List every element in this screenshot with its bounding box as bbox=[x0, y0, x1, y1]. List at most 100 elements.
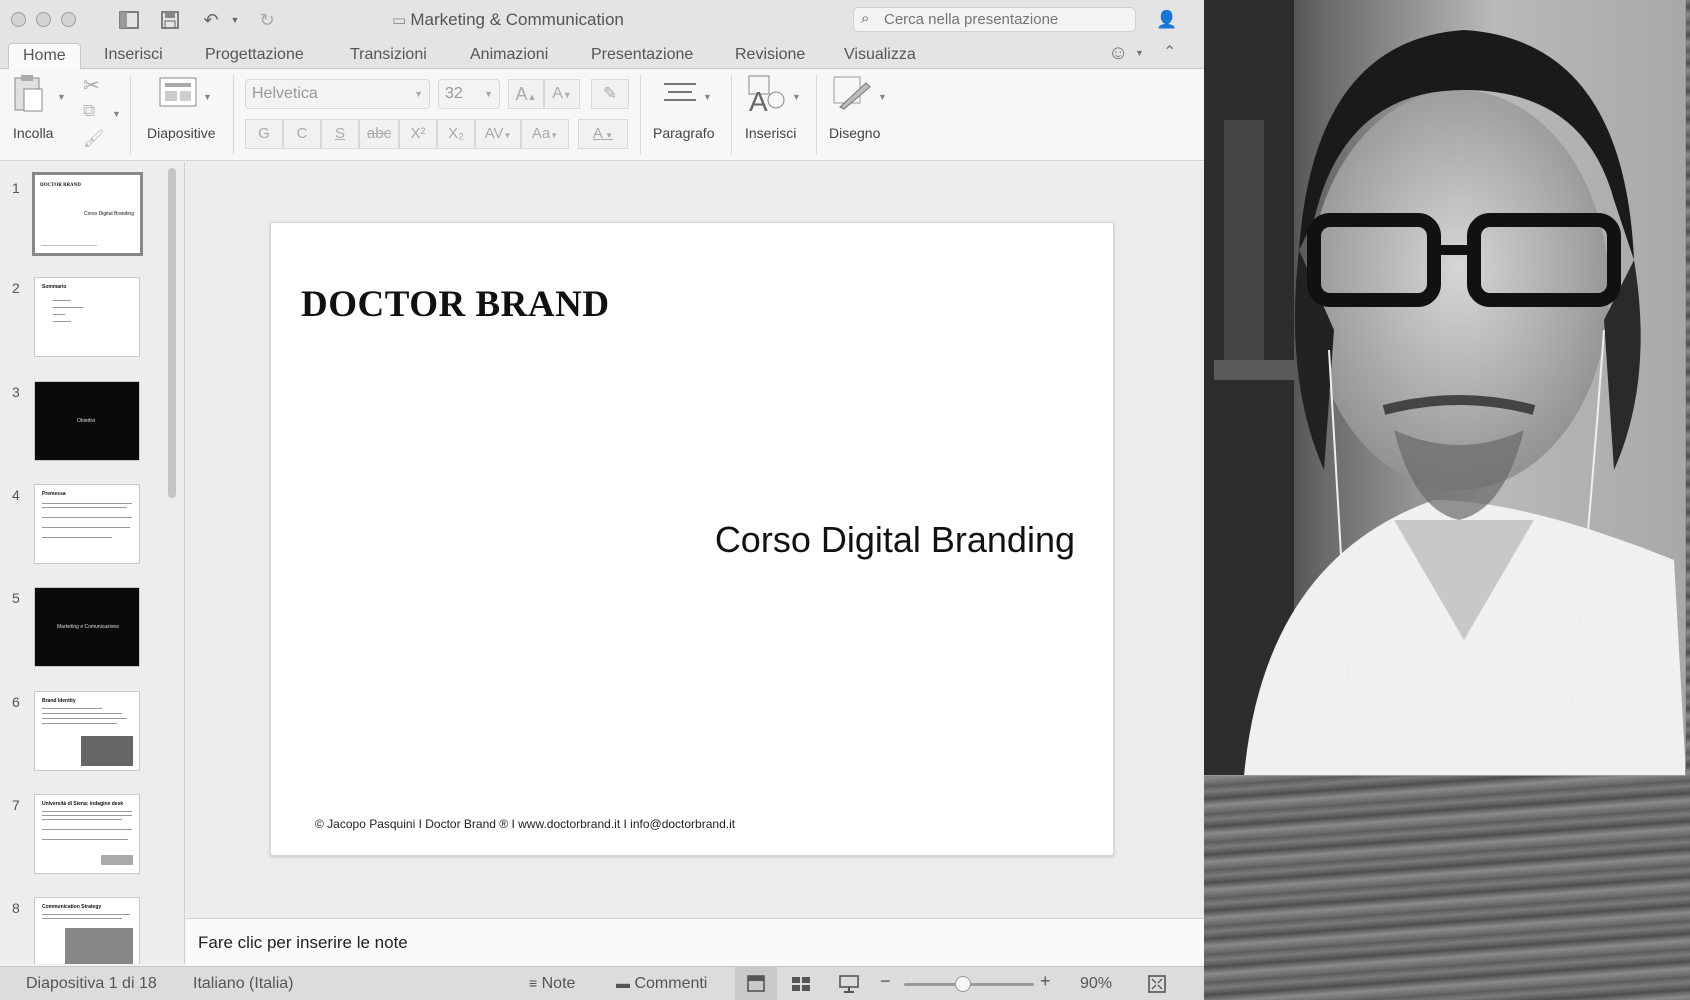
clear-formatting-icon[interactable]: ✎ bbox=[591, 79, 629, 109]
slide-subtitle[interactable]: Corso Digital Branding bbox=[715, 519, 1075, 561]
italic-button[interactable]: C bbox=[283, 119, 321, 149]
zoom-level[interactable]: 90% bbox=[1080, 975, 1112, 993]
thumbnail-title: Premessa bbox=[42, 491, 66, 497]
paste-dropdown-icon[interactable]: ▼ bbox=[57, 92, 66, 102]
change-case-button[interactable]: Aa▼ bbox=[521, 119, 569, 149]
zoom-in-icon[interactable]: + bbox=[1040, 971, 1051, 992]
tab-animazioni[interactable]: Animazioni bbox=[456, 43, 562, 69]
thumbnail-title: Università di Siena: indagine desk bbox=[42, 801, 124, 807]
thumbnail-number: 7 bbox=[12, 797, 20, 813]
drawing-icon[interactable] bbox=[830, 75, 874, 120]
slide-title[interactable]: DOCTOR BRAND bbox=[301, 283, 610, 326]
zoom-slider-handle[interactable] bbox=[954, 976, 971, 992]
notes-toggle-button[interactable]: ≡ Note bbox=[529, 975, 575, 993]
subscript-button[interactable]: X₂ bbox=[437, 119, 475, 149]
insert-dropdown-icon[interactable]: ▼ bbox=[792, 92, 801, 102]
drawing-dropdown-icon[interactable]: ▼ bbox=[878, 92, 887, 102]
normal-view-button[interactable] bbox=[735, 967, 777, 1000]
fit-to-window-icon[interactable] bbox=[1147, 974, 1167, 999]
insert-label[interactable]: Inserisci bbox=[745, 125, 796, 141]
search-icon: ⌕ bbox=[861, 10, 870, 27]
chevron-down-icon: ▼ bbox=[484, 89, 493, 99]
tab-inserisci[interactable]: Inserisci bbox=[90, 43, 177, 69]
slide-thumbnail-8[interactable]: Communication Strategy bbox=[34, 897, 140, 964]
slide-thumbnail-2[interactable]: Sommario bbox=[34, 277, 140, 357]
sidebar-icon[interactable] bbox=[118, 9, 140, 31]
bold-button[interactable]: G bbox=[245, 119, 283, 149]
thumbnail-title: Sommario bbox=[42, 284, 67, 290]
slide-sorter-icon[interactable] bbox=[790, 974, 812, 999]
thumbnails-scrollbar[interactable] bbox=[168, 168, 176, 498]
paragraph-icon[interactable] bbox=[660, 75, 700, 120]
copy-dropdown-icon[interactable]: ▼ bbox=[112, 109, 121, 119]
paragraph-label[interactable]: Paragrafo bbox=[653, 125, 714, 141]
slides-label[interactable]: Diapositive bbox=[147, 125, 215, 141]
slide-thumbnail-1[interactable]: DOCTOR BRAND Corso Digital Branding bbox=[32, 172, 143, 256]
undo-dropdown-icon[interactable]: ▼ bbox=[224, 9, 246, 31]
tab-revisione[interactable]: Revisione bbox=[721, 43, 819, 69]
thumbnail-title: DOCTOR BRAND bbox=[40, 183, 81, 188]
cut-icon[interactable]: ✂ bbox=[83, 73, 100, 98]
add-person-icon[interactable]: 👤 bbox=[1156, 9, 1178, 31]
undo-icon[interactable]: ↶ bbox=[200, 9, 222, 31]
window-title: ▭ Marketing & Communication bbox=[392, 10, 624, 29]
font-color-button[interactable]: A ▼ bbox=[578, 119, 628, 149]
strikethrough-button[interactable]: abc bbox=[359, 119, 399, 149]
comments-button[interactable]: ▬ Commenti bbox=[616, 975, 707, 993]
minimize-window-button[interactable] bbox=[36, 12, 51, 27]
thumbnail-title: Marketing e Comunicazione bbox=[57, 624, 119, 630]
chevron-down-icon: ▼ bbox=[550, 131, 559, 140]
current-slide[interactable]: DOCTOR BRAND Corso Digital Branding © Ja… bbox=[270, 222, 1114, 856]
paragraph-dropdown-icon[interactable]: ▼ bbox=[703, 92, 712, 102]
smiley-icon[interactable]: ☺ bbox=[1108, 42, 1128, 65]
ribbon-separator bbox=[233, 75, 234, 155]
presenter-view-icon[interactable] bbox=[838, 974, 860, 999]
tab-progettazione[interactable]: Progettazione bbox=[191, 43, 318, 69]
shrink-font-button[interactable]: A▼ bbox=[544, 79, 580, 109]
webcam-video bbox=[1204, 0, 1686, 776]
title-bar: ↶ ▼ ↻ ▭ Marketing & Communication ⌕ 👤 bbox=[0, 0, 1204, 40]
ribbon-separator bbox=[731, 75, 732, 155]
chevron-up-icon[interactable]: ⌃ bbox=[1163, 42, 1176, 62]
font-size-select[interactable]: 32 ▼ bbox=[438, 79, 500, 109]
slide-thumbnail-6[interactable]: Brand Identity bbox=[34, 691, 140, 771]
format-painter-icon[interactable]: 🖌 bbox=[83, 129, 105, 149]
zoom-out-icon[interactable]: − bbox=[880, 971, 891, 992]
redo-icon[interactable]: ↻ bbox=[256, 9, 278, 31]
superscript-button[interactable]: X² bbox=[399, 119, 437, 149]
ribbon-separator bbox=[640, 75, 641, 155]
font-name-select[interactable]: Helvetica ▼ bbox=[245, 79, 430, 109]
zoom-window-button[interactable] bbox=[61, 12, 76, 27]
slide-thumbnail-5[interactable]: Marketing e Comunicazione bbox=[34, 587, 140, 667]
slide-thumbnail-7[interactable]: Università di Siena: indagine desk bbox=[34, 794, 140, 874]
character-spacing-button[interactable]: AV▼ bbox=[475, 119, 521, 149]
powerpoint-window: ↶ ▼ ↻ ▭ Marketing & Communication ⌕ 👤 Ho… bbox=[0, 0, 1204, 1000]
search-input[interactable] bbox=[884, 11, 1129, 28]
tab-home[interactable]: Home bbox=[8, 43, 81, 70]
new-slide-dropdown-icon[interactable]: ▼ bbox=[203, 92, 212, 102]
smiley-dropdown-icon[interactable]: ▼ bbox=[1135, 48, 1144, 58]
notes-placeholder[interactable]: Fare clic per inserire le note bbox=[198, 933, 408, 953]
paste-icon[interactable] bbox=[12, 73, 46, 122]
language-status[interactable]: Italiano (Italia) bbox=[193, 975, 294, 993]
chevron-down-icon: ▼ bbox=[503, 131, 512, 140]
slide-thumbnail-4[interactable]: Premessa bbox=[34, 484, 140, 564]
copy-icon[interactable]: ⧉ bbox=[83, 101, 95, 121]
notes-pane[interactable]: Fare clic per inserire le note bbox=[186, 918, 1204, 966]
paste-label[interactable]: Incolla bbox=[13, 125, 53, 141]
close-window-button[interactable] bbox=[11, 12, 26, 27]
insert-shapes-icon[interactable]: A bbox=[745, 73, 787, 122]
tab-presentazione[interactable]: Presentazione bbox=[577, 43, 707, 69]
comment-icon: ▬ bbox=[616, 975, 630, 991]
new-slide-icon[interactable] bbox=[158, 75, 200, 120]
tab-visualizza[interactable]: Visualizza bbox=[830, 43, 930, 69]
slide-thumbnail-3[interactable]: Obiettivi bbox=[34, 381, 140, 461]
slide-footer[interactable]: © Jacopo Pasquini I Doctor Brand ® I www… bbox=[315, 817, 735, 831]
save-icon[interactable] bbox=[159, 9, 181, 31]
underline-button[interactable]: S bbox=[321, 119, 359, 149]
svg-text:A: A bbox=[749, 86, 768, 113]
grow-font-button[interactable]: A▲ bbox=[508, 79, 544, 109]
drawing-label[interactable]: Disegno bbox=[829, 125, 880, 141]
search-box[interactable]: ⌕ bbox=[853, 7, 1136, 32]
tab-transizioni[interactable]: Transizioni bbox=[336, 43, 441, 69]
